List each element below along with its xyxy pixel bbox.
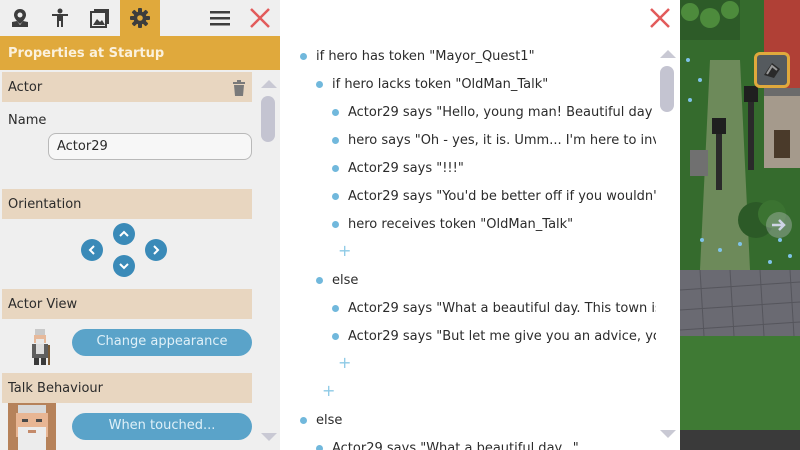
script-line[interactable]: hero receives token "OldMan_Talk" [332, 214, 656, 234]
name-input[interactable]: Actor29 [48, 133, 252, 160]
menu-icon [210, 11, 230, 26]
chevron-left-icon [88, 245, 95, 255]
script-scroll-down-icon[interactable] [660, 430, 676, 438]
game-view[interactable] [680, 0, 800, 450]
bullet-icon [316, 276, 323, 284]
orientation-right-button[interactable] [145, 239, 167, 261]
script-line[interactable]: if hero has token "Mayor_Quest1" [300, 46, 656, 66]
menu-button[interactable] [200, 0, 240, 36]
settings-tab[interactable] [120, 0, 160, 36]
script-line[interactable]: Actor29 says "What a beautiful day..." [316, 438, 656, 450]
close-icon [250, 8, 270, 28]
script-line-text: hero receives token "OldMan_Talk" [348, 216, 574, 232]
actor-view-section-header: Actor View [2, 289, 252, 319]
actor-view-section-title: Actor View [8, 297, 78, 312]
change-appearance-button[interactable]: Change appearance [72, 329, 252, 356]
toolbar [0, 0, 280, 36]
gear-icon [130, 8, 150, 28]
bullet-icon [300, 52, 307, 60]
script-scrollbar-thumb[interactable] [660, 66, 674, 112]
actor-portrait-icon [8, 403, 56, 450]
properties-panel: Properties at Startup Actor Name Actor29… [0, 0, 280, 450]
inventory-slot[interactable] [754, 52, 790, 88]
map-pin-icon [12, 9, 28, 27]
scroll-down-icon[interactable] [261, 433, 277, 441]
bullet-icon [332, 108, 339, 116]
script-line[interactable]: Actor29 says "!!!" [332, 158, 656, 178]
close-script-icon[interactable] [648, 6, 672, 30]
arrow-right-icon [772, 219, 786, 231]
script-line[interactable]: Actor29 says "What a beautiful day. This… [332, 298, 656, 318]
script-scrollbar[interactable] [658, 46, 678, 446]
script-line-text: Actor29 says "!!!" [348, 160, 464, 176]
close-panel-button[interactable] [240, 0, 280, 36]
script-line[interactable]: Actor29 says "You'd be better off if you… [332, 186, 656, 206]
next-area-button[interactable] [766, 212, 792, 238]
actor-sprite-icon [32, 329, 50, 365]
script-line[interactable]: else [300, 410, 656, 430]
trash-icon[interactable] [232, 80, 246, 96]
script-scroll-up-icon[interactable] [660, 50, 676, 58]
gallery-icon [90, 9, 109, 28]
script-line[interactable]: Actor29 says "But let me give you an adv… [332, 326, 656, 346]
talk-section-title: Talk Behaviour [8, 381, 103, 396]
script-lines: if hero has token "Mayor_Quest1"if hero … [284, 0, 656, 450]
chevron-up-icon [119, 230, 129, 237]
bullet-icon [300, 416, 307, 424]
bullet-icon [332, 304, 339, 312]
orientation-section-title: Orientation [8, 197, 82, 212]
script-line-text: Actor29 says "What a beautiful day. This… [348, 300, 656, 316]
orientation-down-button[interactable] [113, 255, 135, 277]
script-line-text: else [316, 412, 343, 428]
bullet-icon [332, 164, 339, 172]
script-line-text: hero says "Oh - yes, it is. Umm... I'm h… [348, 132, 656, 148]
orientation-up-button[interactable] [113, 223, 135, 245]
add-command-button[interactable]: + [338, 355, 351, 371]
bullet-icon [332, 192, 339, 200]
script-line[interactable]: Actor29 says "Hello, young man! Beautifu… [332, 102, 656, 122]
script-line-text: Actor29 says "You'd be better off if you… [348, 188, 656, 204]
gallery-tab[interactable] [80, 0, 120, 36]
bullet-icon [332, 136, 339, 144]
add-command-button[interactable]: + [322, 383, 335, 399]
chevron-right-icon [153, 245, 160, 255]
orientation-section-header: Orientation [2, 189, 252, 219]
script-line[interactable]: if hero lacks token "OldMan_Talk" [316, 74, 656, 94]
script-line-text: Actor29 says "Hello, young man! Beautifu… [348, 104, 656, 120]
talk-section-header: Talk Behaviour [2, 373, 252, 403]
when-touched-button[interactable]: When touched... [72, 413, 252, 440]
script-line[interactable]: else [316, 270, 656, 290]
scroll-up-icon[interactable] [261, 80, 277, 88]
properties-scroll-area: Actor Name Actor29 Orientation Actor Vie… [0, 70, 256, 450]
actor-section-title: Actor [8, 80, 43, 95]
actor-tab[interactable] [40, 0, 80, 36]
name-label: Name [8, 113, 47, 128]
script-line[interactable]: hero says "Oh - yes, it is. Umm... I'm h… [332, 130, 656, 150]
script-panel: if hero has token "Mayor_Quest1"if hero … [284, 0, 680, 450]
script-line-text: if hero has token "Mayor_Quest1" [316, 48, 535, 64]
map-pin-tab[interactable] [0, 0, 40, 36]
person-icon [52, 8, 68, 27]
properties-header: Properties at Startup [0, 36, 280, 70]
orientation-left-button[interactable] [81, 239, 103, 261]
bullet-icon [316, 444, 323, 450]
chevron-down-icon [119, 263, 129, 270]
bullet-icon [332, 332, 339, 340]
scrollbar-thumb[interactable] [261, 96, 275, 142]
script-line-text: if hero lacks token "OldMan_Talk" [332, 76, 549, 92]
actor-section-header: Actor [2, 72, 252, 102]
script-line-text: Actor29 says "But let me give you an adv… [348, 328, 656, 344]
script-line-text: else [332, 272, 359, 288]
bullet-icon [332, 220, 339, 228]
item-slot-icon [764, 63, 780, 78]
bullet-icon [316, 80, 323, 88]
add-command-button[interactable]: + [338, 243, 351, 259]
properties-scrollbar[interactable] [256, 70, 280, 450]
script-line-text: Actor29 says "What a beautiful day..." [332, 440, 579, 450]
